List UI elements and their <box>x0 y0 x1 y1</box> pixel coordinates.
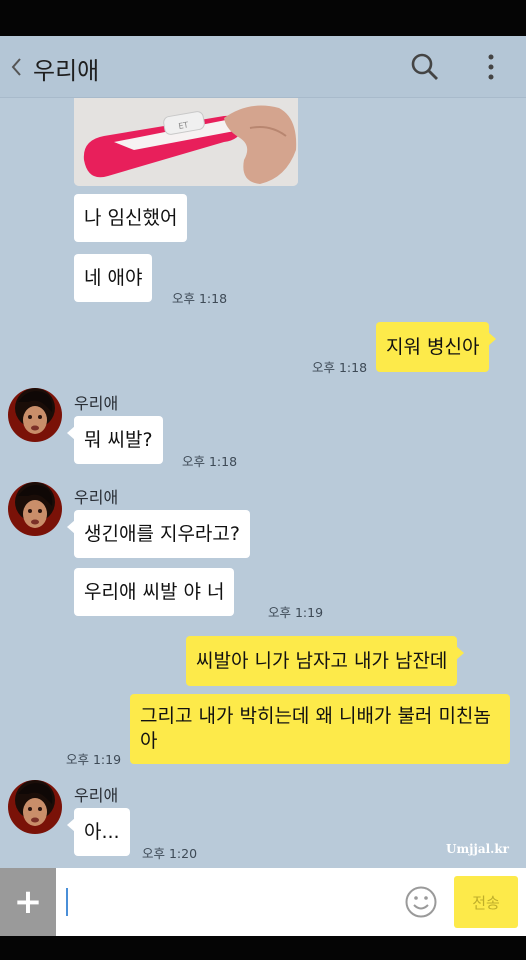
emoji-smile-icon[interactable] <box>404 885 438 919</box>
message-text: 생긴애를 지우라고? <box>84 522 240 545</box>
photo-message[interactable]: ET <box>74 98 298 186</box>
more-vertical-icon[interactable] <box>478 52 504 82</box>
message-bubble: 나 임신했어 <box>74 194 188 242</box>
message-time: 오후 1:19 <box>66 752 122 767</box>
sender-name: 우리애 <box>74 394 119 413</box>
plus-button[interactable]: + <box>0 868 56 936</box>
message-bubble: 뭐 씨발? <box>67 416 163 464</box>
message-text: 씨발아 니가 남자고 내가 남잔데 <box>196 649 448 672</box>
message-text: 뭐 씨발? <box>84 428 153 451</box>
text-cursor <box>66 888 68 916</box>
avatar[interactable] <box>8 780 62 834</box>
pregnancy-test-image: ET <box>74 98 298 186</box>
status-bar-area <box>0 0 526 36</box>
message-text: 네 애야 <box>84 266 143 289</box>
my-message-bubble: 지워 병신아 <box>376 322 497 372</box>
avatar-image <box>8 482 62 536</box>
chat-title: 우리애 <box>33 57 100 85</box>
sender-name: 우리애 <box>74 488 119 507</box>
my-message-bubble: 그리고 내가 박히는데 왜 니배가 불러 미친놈아 <box>130 694 510 764</box>
message-time: 오후 1:20 <box>142 846 198 861</box>
message-bubble: 생긴애를 지우라고? <box>67 510 250 558</box>
my-message-bubble: 씨발아 니가 남자고 내가 남잔데 <box>186 636 465 686</box>
message-text: 지워 병신아 <box>386 335 480 358</box>
message-text: 우리애 씨발 야 너 <box>84 580 225 603</box>
message-text: 나 임신했어 <box>84 206 178 229</box>
message-input-bar: + 전송 <box>0 868 526 936</box>
avatar[interactable] <box>8 482 62 536</box>
message-text: 그리고 내가 박히는데 왜 니배가 불러 미친놈아 <box>140 705 491 752</box>
avatar-image <box>8 388 62 442</box>
message-text: 아... <box>84 820 120 843</box>
message-input[interactable] <box>56 868 396 936</box>
plus-label: + <box>13 882 43 922</box>
avatar[interactable] <box>8 388 62 442</box>
watermark: Umjjal.kr <box>446 842 509 856</box>
send-button[interactable]: 전송 <box>454 876 518 928</box>
search-icon[interactable] <box>410 52 440 82</box>
chat-header: 우리애 <box>0 36 526 98</box>
chat-screen: 우리애 ET 나 임신했어 네 애야 오후 1:18 지워 병신아 오후 1:1… <box>0 0 526 960</box>
message-bubble: 네 애야 <box>74 254 153 302</box>
message-time: 오후 1:18 <box>182 454 238 469</box>
message-time: 오후 1:19 <box>268 605 324 620</box>
message-bubble: 우리애 씨발 야 너 <box>74 568 235 616</box>
sender-name: 우리애 <box>74 786 119 805</box>
svg-text:ET: ET <box>178 120 189 131</box>
avatar-image <box>8 780 62 834</box>
bottom-bar-area <box>0 936 526 960</box>
message-time: 오후 1:18 <box>312 360 368 375</box>
message-time: 오후 1:18 <box>172 291 228 306</box>
chevron-left-icon[interactable] <box>8 53 24 81</box>
message-bubble: 아... <box>67 808 130 856</box>
